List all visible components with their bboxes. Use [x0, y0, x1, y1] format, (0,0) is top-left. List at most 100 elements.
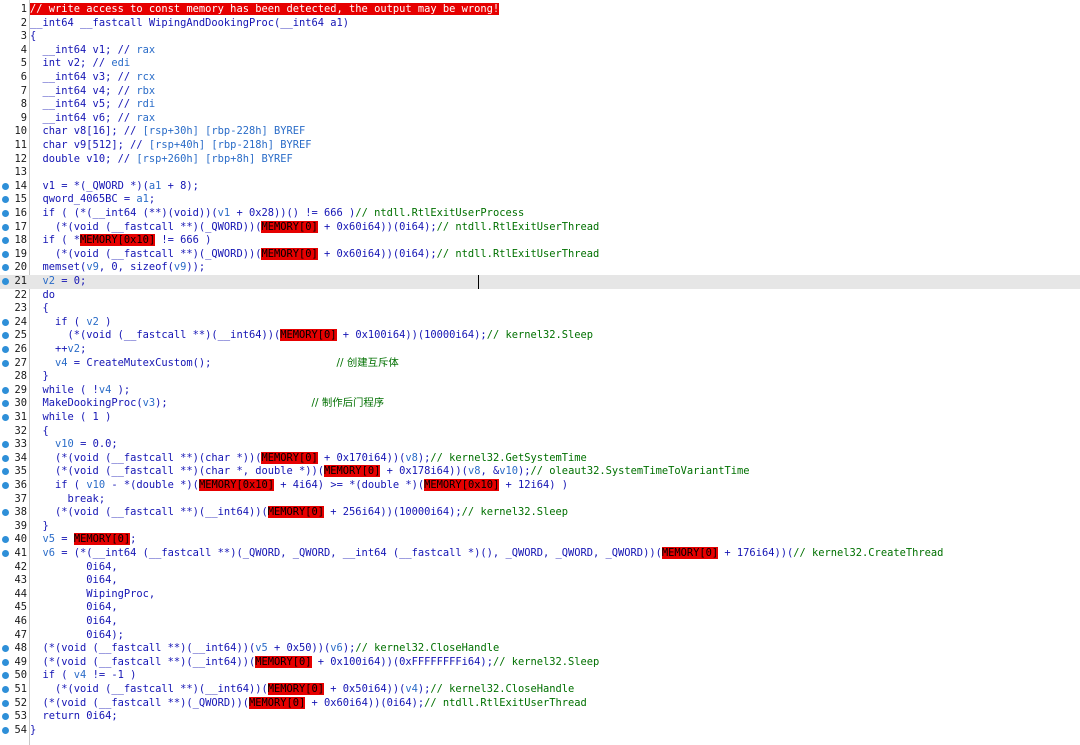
- code-line[interactable]: 47 0i64);: [0, 629, 1080, 643]
- code-line[interactable]: 50 if ( v4 != -1 ): [0, 669, 1080, 683]
- code-line[interactable]: 28 }: [0, 370, 1080, 384]
- code-line[interactable]: 26 ++v2;: [0, 343, 1080, 357]
- variable-token: v6: [330, 642, 343, 655]
- code-line[interactable]: 9 __int64 v6; // rax: [0, 112, 1080, 126]
- code-line[interactable]: 21 v2 = 0;: [0, 275, 1080, 289]
- code-line[interactable]: 40 v5 = MEMORY[0];: [0, 533, 1080, 547]
- code-text: (*(void (__fastcall **)(char *))(MEMORY[…: [30, 451, 587, 466]
- code-line[interactable]: 52 (*(void (__fastcall **)(_QWORD))(MEMO…: [0, 696, 1080, 711]
- code-line[interactable]: 53 return 0i64;: [0, 710, 1080, 724]
- code-line[interactable]: 1// write access to const memory has bee…: [0, 3, 1080, 17]
- line-number: 19: [14, 247, 27, 260]
- code-line[interactable]: 8 __int64 v5; // rdi: [0, 98, 1080, 112]
- code-line[interactable]: 27 v4 = CreateMutexCustom(); // 创建互斥体: [0, 357, 1080, 371]
- code-line[interactable]: 14 v1 = *(_QWORD *)(a1 + 8);: [0, 180, 1080, 194]
- code-line[interactable]: 4 __int64 v1; // rax: [0, 44, 1080, 58]
- code-comment: // kernel32.CloseHandle: [430, 683, 575, 695]
- code-line[interactable]: 11 char v9[512]; // [rsp+40h] [rbp-218h]…: [0, 139, 1080, 153]
- code-comment: // kernel32.CreateThread: [793, 547, 944, 559]
- code-token: if (: [30, 479, 87, 491]
- code-token: if ( *: [30, 234, 81, 247]
- code-token: );: [417, 451, 431, 464]
- code-text: double v10; // [rsp+260h] [rbp+8h] BYREF: [30, 153, 293, 167]
- code-line[interactable]: 15 qword_4065BC = a1;: [0, 193, 1080, 207]
- code-line[interactable]: 54}: [0, 724, 1080, 738]
- code-line[interactable]: 34 (*(void (__fastcall **)(char *))(MEMO…: [0, 451, 1080, 466]
- code-text: v6 = (*(__int64 (__fastcall **)(_QWORD, …: [30, 547, 943, 561]
- code-text: {: [30, 302, 49, 316]
- code-line[interactable]: 7 __int64 v4; // rbx: [0, 85, 1080, 99]
- code-line[interactable]: 12 double v10; // [rsp+260h] [rbp+8h] BY…: [0, 153, 1080, 167]
- code-token: != -1 ): [86, 669, 137, 682]
- code-line[interactable]: 42 0i64,: [0, 561, 1080, 575]
- code-text: v1 = *(_QWORD *)(a1 + 8);: [30, 180, 199, 194]
- code-comment: // 制作后门程序: [311, 397, 385, 410]
- line-number: 46: [14, 615, 27, 627]
- code-text: if ( v2 ): [30, 316, 111, 330]
- code-line[interactable]: 36 if ( v10 - *(double *)(MEMORY[0x10] +…: [0, 479, 1080, 493]
- line-number: 15: [14, 193, 27, 206]
- code-line[interactable]: 19 (*(void (__fastcall **)(_QWORD))(MEMO…: [0, 247, 1080, 262]
- code-text: qword_4065BC = a1;: [30, 193, 156, 207]
- code-line[interactable]: 31 while ( 1 ): [0, 411, 1080, 425]
- code-line[interactable]: 35 (*(void (__fastcall **)(char *, doubl…: [0, 465, 1080, 479]
- line-number: 54: [14, 723, 27, 736]
- line-number: 17: [14, 220, 27, 233]
- code-line[interactable]: 32 {: [0, 425, 1080, 439]
- code-line[interactable]: 24 if ( v2 ): [0, 316, 1080, 330]
- code-text: {: [30, 30, 36, 44]
- code-line[interactable]: 25 (*(void (__fastcall **)(__int64))(MEM…: [0, 329, 1080, 343]
- variable-token: [rsp+260h] [rbp+8h] BYREF: [136, 152, 293, 165]
- pseudocode-editor[interactable]: 1// write access to const memory has bee…: [0, 0, 1080, 745]
- code-line[interactable]: 51 (*(void (__fastcall **)(__int64))(MEM…: [0, 683, 1080, 697]
- code-line[interactable]: 37 break;: [0, 493, 1080, 507]
- code-line[interactable]: 43 0i64,: [0, 574, 1080, 588]
- code-comment: // kernel32.Sleep: [461, 506, 569, 519]
- code-comment: // ntdll.RtlExitUserProcess: [355, 207, 525, 219]
- code-text: }: [30, 724, 36, 738]
- memory-highlight: MEMORY[0]: [267, 683, 325, 695]
- code-token: );: [417, 683, 431, 695]
- code-text: 0i64,: [30, 615, 117, 629]
- line-number: 41: [14, 547, 27, 559]
- code-line[interactable]: 10 char v8[16]; // [rsp+30h] [rbp-228h] …: [0, 125, 1080, 139]
- code-line[interactable]: 18 if ( *MEMORY[0x10] != 666 ): [0, 234, 1080, 248]
- variable-token: edi: [111, 57, 131, 70]
- line-number: 18: [14, 234, 27, 247]
- code-line[interactable]: 22 do: [0, 289, 1080, 303]
- code-line[interactable]: 20 memset(v9, 0, sizeof(v9));: [0, 261, 1080, 275]
- code-line[interactable]: 6 __int64 v3; // rcx: [0, 71, 1080, 85]
- code-text: }: [30, 520, 49, 534]
- code-line[interactable]: 49 (*(void (__fastcall **)(__int64))(MEM…: [0, 655, 1080, 670]
- code-line[interactable]: 38 (*(void (__fastcall **)(__int64))(MEM…: [0, 506, 1080, 520]
- code-line[interactable]: 2 __int64 __fastcall WipingAndDookingProc…: [0, 17, 1080, 31]
- line-number: 44: [14, 587, 27, 600]
- code-line[interactable]: 33 v10 = 0.0;: [0, 438, 1080, 452]
- code-line[interactable]: 13: [0, 166, 1080, 180]
- code-text: (*(void (__fastcall **)(_QWORD))(MEMORY[…: [30, 696, 587, 711]
- code-line[interactable]: 39 }: [0, 520, 1080, 534]
- code-line[interactable]: 16 if ( (*(__int64 (**)(void))(v1 + 0x28…: [0, 207, 1080, 221]
- code-token: __int64 v6; //: [30, 111, 137, 124]
- code-comment: // kernel32.Sleep: [486, 329, 594, 342]
- code-token: + 4i64) >= *(double *)(: [274, 479, 425, 491]
- code-line[interactable]: 46 0i64,: [0, 615, 1080, 629]
- line-number: 14: [14, 179, 27, 192]
- code-line[interactable]: 23 {: [0, 302, 1080, 316]
- code-line[interactable]: 29 while ( !v4 );: [0, 384, 1080, 398]
- code-line[interactable]: 5 int v2; // edi: [0, 57, 1080, 71]
- code-text: __int64 __fastcall WipingAndDookingProc(…: [30, 17, 349, 31]
- code-token: do: [30, 288, 56, 301]
- code-line[interactable]: 30 MakeDookingProc(v3); // 制作后门程序: [0, 397, 1080, 411]
- code-text: if ( *MEMORY[0x10] != 666 ): [30, 234, 211, 248]
- code-line[interactable]: 48 (*(void (__fastcall **)(__int64))(v5 …: [0, 642, 1080, 656]
- code-line[interactable]: 41 v6 = (*(__int64 (__fastcall **)(_QWOR…: [0, 547, 1080, 561]
- code-line[interactable]: 3{: [0, 30, 1080, 44]
- code-line[interactable]: 45 0i64,: [0, 601, 1080, 615]
- code-line[interactable]: 17 (*(void (__fastcall **)(_QWORD))(MEMO…: [0, 220, 1080, 235]
- memory-highlight: MEMORY[0]: [280, 329, 337, 342]
- code-line[interactable]: 44 WipingProc,: [0, 588, 1080, 602]
- memory-highlight: MEMORY[0]: [261, 220, 318, 233]
- code-token: , &: [480, 465, 500, 478]
